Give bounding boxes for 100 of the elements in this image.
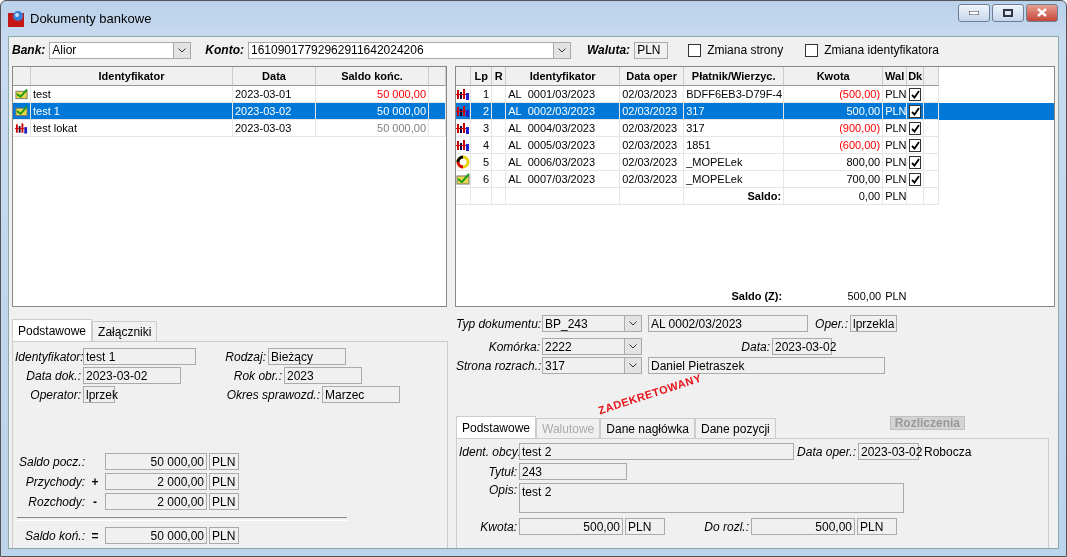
summary-label: Saldo:: [684, 188, 785, 205]
column-header[interactable]: R: [492, 67, 507, 86]
text-field[interactable]: Bieżący: [268, 348, 346, 365]
checkbox[interactable]: [909, 121, 922, 135]
table-cell-text: 500,00: [846, 288, 883, 304]
amount-field[interactable]: 2 000,00: [105, 493, 207, 510]
field-label: Opis:: [488, 483, 517, 497]
column-header[interactable]: Identyfikator: [506, 67, 621, 86]
bank-dropdown[interactable]: Alior: [49, 41, 192, 59]
tab[interactable]: Podstawowe: [12, 319, 93, 341]
amount-field[interactable]: 50 000,00: [105, 453, 207, 470]
field-label: Oper.:: [814, 316, 848, 331]
column-header[interactable]: Kwota: [784, 67, 884, 86]
summary-label: Saldo (Z):: [730, 288, 784, 304]
currency-field[interactable]: PLN: [625, 518, 665, 535]
people-icon: [15, 121, 28, 135]
table-cell: 2023-03-03: [233, 120, 316, 137]
column-header[interactable]: Dk: [907, 67, 925, 86]
text-field[interactable]: 243: [519, 463, 627, 480]
tab[interactable]: Dane pozycji: [695, 418, 776, 438]
tab[interactable]: Załączniki: [92, 321, 158, 341]
table-cell: _MOPELek: [684, 171, 785, 188]
field-label: Rodzaj:: [224, 349, 266, 364]
field-label: Saldo koń.:: [23, 528, 85, 543]
table-row[interactable]: test lokat 2023-03-03 50 000,00: [13, 120, 447, 137]
column-header[interactable]: Identyfikator: [31, 67, 233, 86]
table-cell: 02/03/2023: [620, 171, 685, 188]
sign-text: -: [92, 494, 98, 509]
field-label: Identyfikator:: [15, 349, 81, 364]
amount-field[interactable]: 50 000,00: [105, 527, 207, 544]
checkbox[interactable]: [909, 155, 922, 169]
people-icon: [456, 104, 471, 118]
text-field[interactable]: 2023-03-02: [83, 367, 181, 384]
checkbox[interactable]: [805, 43, 819, 57]
account-dropdown[interactable]: 16109017792962911642024206: [248, 41, 571, 59]
checkbox[interactable]: [909, 87, 922, 101]
table-cell: PLN: [883, 171, 908, 188]
maximize-button[interactable]: [992, 3, 1024, 22]
table-cell: 3: [471, 120, 493, 137]
currency-field[interactable]: PLN: [634, 41, 669, 59]
minimize-button[interactable]: [958, 3, 990, 22]
table-cell: PLN: [883, 103, 908, 120]
table-row[interactable]: 3 AL 0004/03/2023 02/03/2023 317 (900,00) PLN: [456, 120, 1054, 137]
minimize-icon: [969, 10, 979, 15]
column-header[interactable]: Saldo końc.: [316, 67, 429, 86]
operator-field[interactable]: lprzekla: [850, 315, 898, 332]
document-number-field[interactable]: AL 0002/03/2023: [648, 315, 808, 332]
chevron-down-icon: [558, 47, 566, 53]
window-title: Dokumenty bankowe: [30, 11, 153, 26]
text-field[interactable]: test 1: [83, 348, 196, 365]
currency-field[interactable]: PLN: [857, 518, 897, 535]
checkbox[interactable]: [909, 138, 922, 152]
amount-field[interactable]: 2 000,00: [105, 473, 207, 490]
checkbox[interactable]: [688, 43, 702, 57]
description-field[interactable]: test 2: [519, 483, 904, 513]
close-icon: [1037, 8, 1047, 17]
currency-field[interactable]: PLN: [209, 527, 239, 544]
checkbox[interactable]: [909, 172, 922, 186]
checkbox[interactable]: [909, 104, 922, 118]
party-name-field[interactable]: Daniel Pietraszek: [648, 357, 885, 374]
column-header[interactable]: Lp: [471, 67, 493, 86]
amount-field[interactable]: 500,00: [751, 518, 855, 535]
cell-dropdown[interactable]: 2222: [542, 338, 642, 355]
currency-field[interactable]: PLN: [209, 493, 239, 510]
table-cell: 2023-03-02: [233, 103, 316, 120]
tab[interactable]: Dane nagłówka: [600, 418, 696, 438]
column-header[interactable]: Data oper: [620, 67, 685, 86]
table-cell: 2: [471, 103, 493, 120]
field-label: Saldo pocz.:: [17, 454, 85, 469]
table-cell: AL 0004/03/2023: [506, 120, 621, 137]
column-header[interactable]: Wal: [883, 67, 908, 86]
table-row[interactable]: 2 AL 0002/03/2023 02/03/2023 317 500,00 PLN: [456, 103, 1054, 120]
table-cell: 4: [471, 137, 493, 154]
field-label: Komórka:: [487, 339, 540, 354]
table-row[interactable]: 5 AL 0006/03/2023 02/03/2023 _MOPELek 800,00 PLN: [456, 154, 1054, 171]
header-cell: [13, 67, 31, 86]
text-field[interactable]: Marzec: [322, 386, 400, 403]
column-header[interactable]: Data: [233, 67, 316, 86]
party-dropdown[interactable]: 317: [542, 357, 642, 374]
table-row[interactable]: 6 AL 0007/03/2023 02/03/2023 _MOPELek 700,00 PLN: [456, 171, 1054, 188]
currency-field[interactable]: PLN: [209, 473, 239, 490]
envelope-check-icon: [456, 173, 471, 185]
close-button[interactable]: [1026, 3, 1058, 22]
tab[interactable]: Podstawowe: [456, 416, 537, 438]
chevron-down-icon: [629, 344, 637, 349]
text-field[interactable]: 2023: [284, 367, 362, 384]
table-row[interactable]: 4 AL 0005/03/2023 02/03/2023 1851 (600,00) PLN: [456, 137, 1054, 154]
sign-text: +: [90, 474, 100, 489]
table-cell: (900,00): [784, 120, 884, 137]
table-cell: PLN: [883, 137, 908, 154]
checkbox-label: Zmiana strony: [707, 43, 784, 57]
table-row[interactable]: test 1 2023-03-02 50 000,00: [13, 103, 447, 120]
table-cell: 50 000,00: [316, 103, 429, 120]
currency-field[interactable]: PLN: [209, 453, 239, 470]
amount-field[interactable]: 500,00: [519, 518, 623, 535]
text-field[interactable]: test 2: [519, 443, 794, 460]
field-label: Bank:: [12, 43, 46, 57]
table-cell: [924, 188, 940, 205]
document-type-dropdown[interactable]: BP_243: [542, 315, 642, 332]
column-header[interactable]: Płatnik/Wierzyc.: [684, 67, 785, 86]
